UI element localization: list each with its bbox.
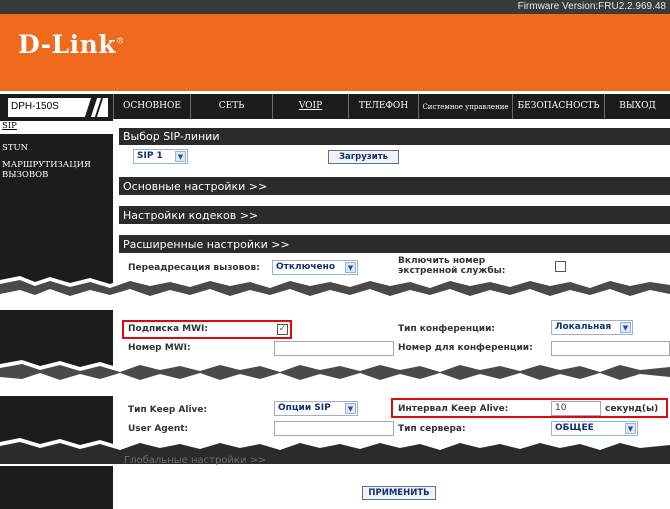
torn-edge-2 bbox=[0, 360, 670, 396]
keepalive-type-value: Опции SIP bbox=[278, 403, 331, 413]
mwi-subscription-label: Подписка MWI: bbox=[128, 324, 208, 334]
tab-security[interactable]: БЕЗОПАСНОСТЬ bbox=[512, 94, 604, 119]
keepalive-interval-input[interactable]: 10 bbox=[551, 401, 601, 416]
chevron-down-icon: ▼ bbox=[620, 322, 631, 333]
section-sip-line: Выбор SIP-линии bbox=[119, 128, 670, 145]
conference-type-value: Локальная bbox=[555, 322, 612, 332]
chevron-down-icon: ▼ bbox=[345, 403, 356, 414]
firmware-version: Firmware Version:FRU2.2.969.48 bbox=[517, 1, 666, 12]
model-label: DPH-150S bbox=[8, 98, 108, 117]
tab-voip[interactable]: VOIP bbox=[272, 94, 348, 119]
sidebar-item-sip[interactable]: SIP bbox=[0, 121, 113, 134]
keepalive-interval-label: Интервал Keep Alive: bbox=[398, 404, 509, 414]
keepalive-type-label: Тип Keep Alive: bbox=[128, 405, 208, 415]
tab-phone[interactable]: ТЕЛЕФОН bbox=[348, 94, 418, 119]
chevron-down-icon: ▼ bbox=[175, 151, 186, 162]
keepalive-unit: секунд(ы) bbox=[605, 404, 659, 414]
section-global-settings-partial: Глобальные настройки >> bbox=[124, 455, 267, 466]
firmware-bar: Firmware Version:FRU2.2.969.48 bbox=[0, 0, 670, 14]
section-advanced-settings[interactable]: Расширенные настройки >> bbox=[119, 235, 670, 253]
load-button[interactable]: Загрузить bbox=[328, 150, 399, 164]
registered-mark: ® bbox=[116, 36, 125, 46]
sip-line-value: SIP 1 bbox=[137, 151, 163, 161]
keepalive-type-select[interactable]: Опции SIP ▼ bbox=[274, 401, 358, 416]
mwi-subscription-checkbox[interactable]: ✓ bbox=[277, 324, 288, 335]
section-codec-settings[interactable]: Настройки кодеков >> bbox=[119, 206, 670, 224]
tab-logout[interactable]: ВЫХОД bbox=[604, 94, 670, 119]
dlink-logo: D-Link® bbox=[18, 30, 125, 59]
sidebar-item-call-routing[interactable]: МАРШРУТИЗАЦИЯ ВЫЗОВОВ bbox=[0, 160, 100, 180]
model-name: DPH-150S bbox=[11, 101, 59, 112]
apply-button[interactable]: ПРИМЕНИТЬ bbox=[362, 486, 436, 500]
sidebar-item-stun[interactable]: STUN bbox=[0, 143, 113, 153]
torn-edge-1 bbox=[0, 276, 670, 310]
torn-edge-3 bbox=[0, 438, 670, 466]
tab-system[interactable]: Системное управление bbox=[418, 94, 512, 119]
logo-text: D-Link bbox=[18, 30, 117, 59]
conference-type-label: Тип конференции: bbox=[398, 324, 495, 334]
section-basic-settings[interactable]: Основные настройки >> bbox=[119, 177, 670, 195]
sip-line-select[interactable]: SIP 1 ▼ bbox=[133, 149, 188, 164]
conference-type-select[interactable]: Локальная ▼ bbox=[551, 320, 633, 335]
tab-basic[interactable]: ОСНОВНОЕ bbox=[113, 94, 190, 119]
tab-network[interactable]: СЕТЬ bbox=[190, 94, 272, 119]
